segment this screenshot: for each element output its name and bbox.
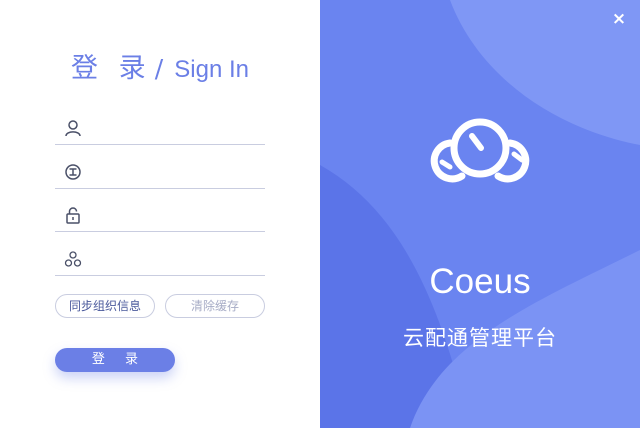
login-button[interactable]: 登 录	[55, 348, 175, 372]
brand-panel: × Coeus 云配通管理平台	[320, 0, 640, 428]
org-code-input[interactable]	[91, 159, 261, 185]
coeus-cloud-logo-icon	[430, 118, 530, 183]
login-title-en: Sign In	[174, 56, 249, 83]
username-field	[55, 107, 265, 145]
app-subtitle: 云配通管理平台	[403, 326, 557, 350]
group-icon	[64, 251, 82, 267]
password-input[interactable]	[91, 202, 261, 228]
brand-background-shapes	[320, 0, 640, 428]
lock-icon	[66, 207, 80, 224]
app-name: Coeus	[429, 262, 531, 301]
password-field	[55, 194, 265, 232]
login-panel: 登 录 / Sign In 同步组织信息 清除缓存 登 录	[0, 0, 320, 428]
group-field	[55, 238, 265, 276]
org-code-field	[55, 151, 265, 189]
sync-org-button[interactable]: 同步组织信息	[55, 294, 155, 318]
username-input[interactable]	[91, 115, 261, 141]
group-input[interactable]	[91, 246, 261, 272]
login-title: 登 录 / Sign In	[0, 46, 320, 85]
login-title-separator: /	[154, 54, 164, 83]
clear-cache-button[interactable]: 清除缓存	[165, 294, 265, 318]
org-code-icon	[65, 164, 81, 180]
close-button[interactable]: ×	[610, 10, 628, 28]
user-icon	[65, 120, 81, 137]
login-title-cn: 登 录	[71, 53, 152, 84]
